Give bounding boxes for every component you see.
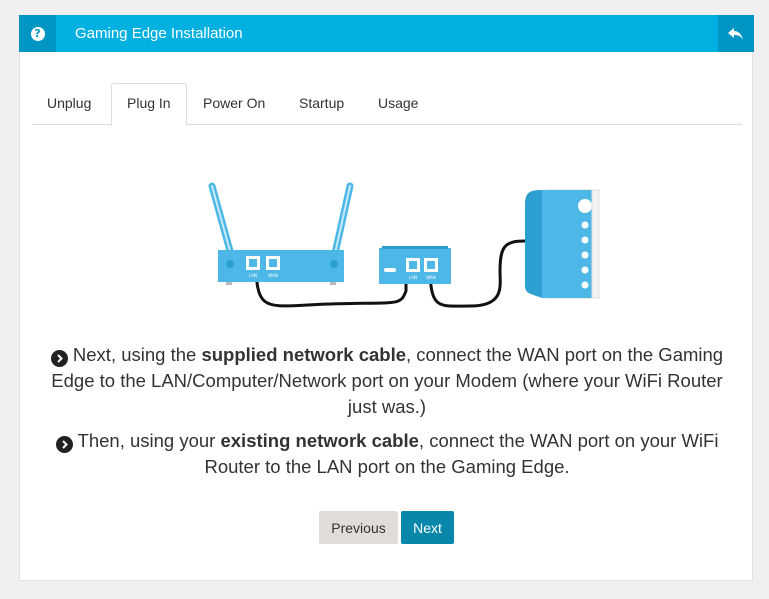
tab-usage[interactable]: Usage <box>363 83 433 125</box>
previous-button[interactable]: Previous <box>319 511 398 544</box>
step-tabs: Unplug Plug In Power On Startup Usage <box>32 83 742 126</box>
reply-arrow-icon <box>728 27 743 40</box>
plug-in-illustration: LAN WAN LAN WAN <box>208 182 600 308</box>
back-button[interactable] <box>718 15 754 52</box>
panel-header: ? Gaming Edge Installation <box>19 15 754 52</box>
edge-wan-label: WAN <box>426 275 435 280</box>
edge-lan-label: LAN <box>409 275 417 280</box>
tab-unplug[interactable]: Unplug <box>32 83 106 125</box>
instruction-step-2: Then, using your existing network cable,… <box>40 428 734 480</box>
panel-title: Gaming Edge Installation <box>75 25 243 42</box>
modem-device <box>525 189 600 299</box>
installation-panel: ? Gaming Edge Installation Unplug Plug I… <box>19 15 754 581</box>
tab-plug-in[interactable]: Plug In <box>111 83 187 126</box>
instruction-1-bold: supplied network cable <box>201 344 407 365</box>
wifi-router: LAN WAN <box>218 250 344 285</box>
help-glyph: ? <box>30 26 45 41</box>
instruction-2-bold: existing network cable <box>220 430 419 451</box>
instruction-step-1: Next, using the supplied network cable, … <box>40 342 734 420</box>
instruction-2-pre: Then, using your <box>77 430 221 451</box>
help-icon[interactable]: ? <box>19 15 56 52</box>
instruction-1-pre: Next, using the <box>72 344 202 365</box>
router-wan-label: WAN <box>268 273 277 278</box>
router-lan-label: LAN <box>249 273 257 278</box>
chevron-right-circle-icon <box>50 350 68 367</box>
chevron-right-circle-icon <box>55 436 73 453</box>
tab-power-on[interactable]: Power On <box>188 83 280 125</box>
gaming-edge-device: LAN WAN <box>379 246 451 284</box>
next-button[interactable]: Next <box>401 511 454 544</box>
tab-startup[interactable]: Startup <box>284 83 359 125</box>
